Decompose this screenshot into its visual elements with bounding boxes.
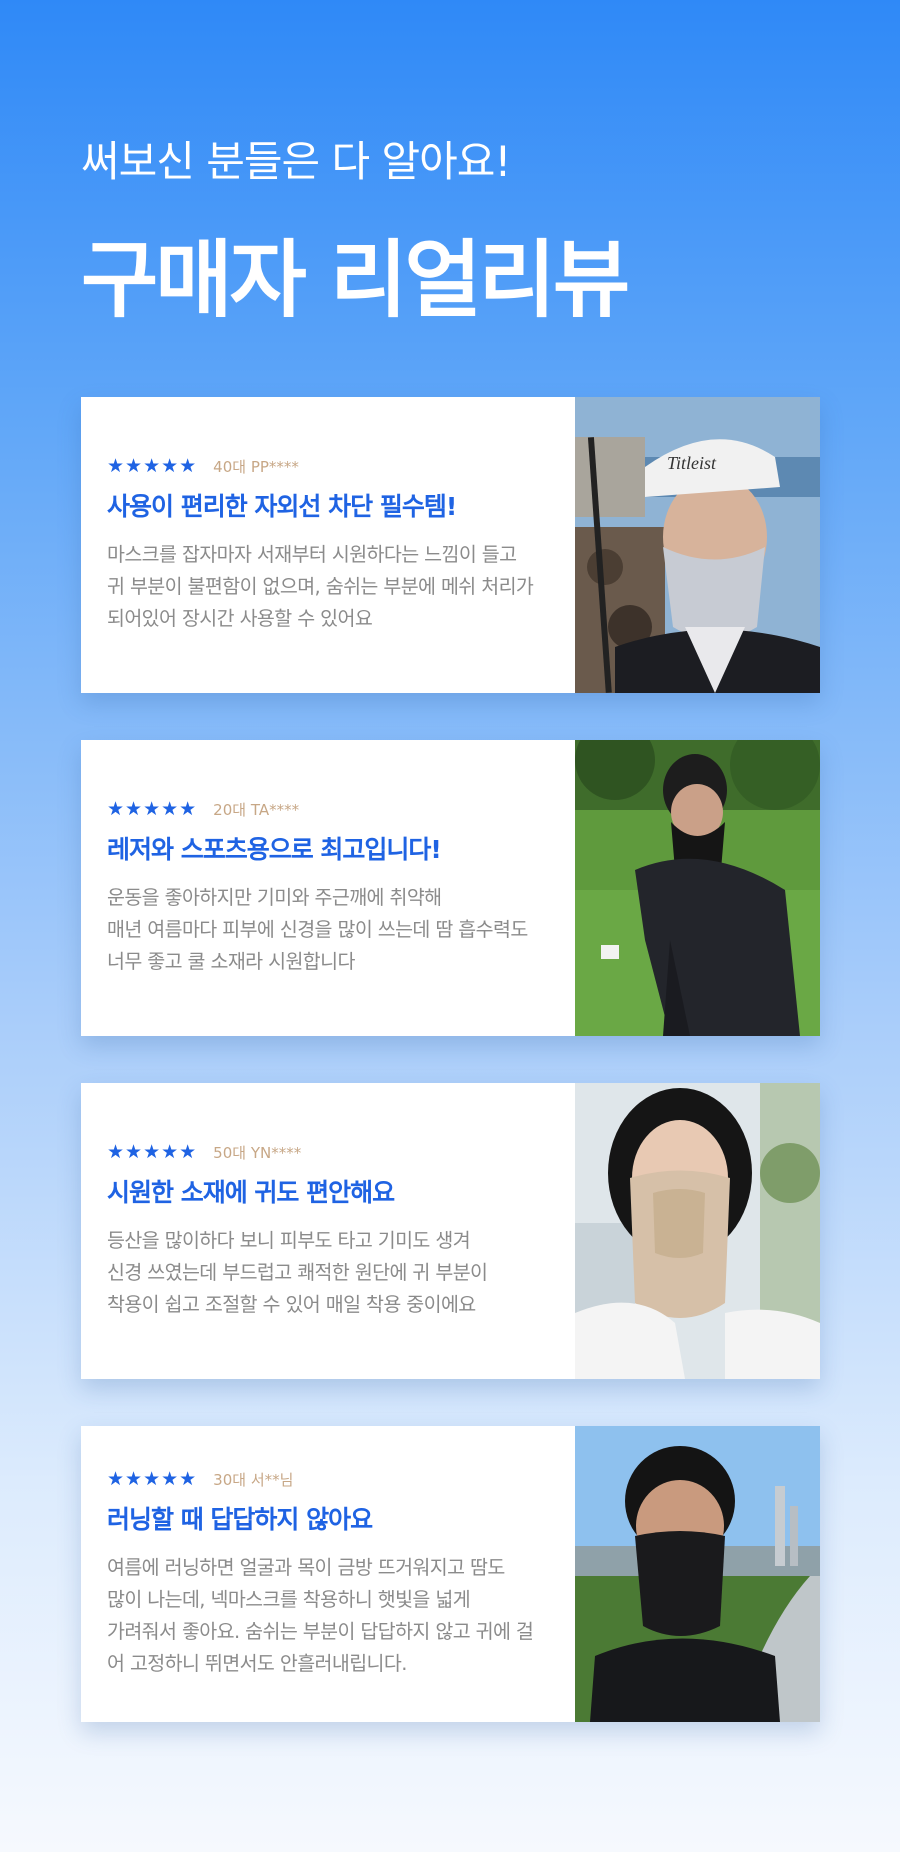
review-body: 여름에 러닝하면 얼굴과 목이 금방 뜨거워지고 땀도 많이 나는데, 넥마스크… xyxy=(107,1552,561,1680)
review-headline: 시원한 소재에 귀도 편안해요 xyxy=(107,1178,395,1207)
review-body: 등산을 많이하다 보니 피부도 타고 기미도 생겨 신경 쓰였는데 부드럽고 쾌… xyxy=(107,1225,561,1321)
review-card: ★★★★★ 20대 TA**** 레저와 스포츠용으로 최고입니다! 운동을 좋… xyxy=(81,740,820,1036)
star-rating-icon: ★★★★★ xyxy=(107,798,198,820)
review-headline: 러닝할 때 답답하지 않아요 xyxy=(107,1505,373,1534)
review-photo xyxy=(575,1426,820,1722)
review-line: 운동을 좋아하지만 기미와 주근깨에 취약해 xyxy=(107,886,442,909)
star-rating-icon: ★★★★★ xyxy=(107,455,198,477)
hero-section: 써보신 분들은 다 알아요! 구매자 리얼리뷰 xyxy=(81,128,630,334)
review-line: 너무 좋고 쿨 소재라 시원합니다 xyxy=(107,950,355,973)
reviewer-id: 40대 PP**** xyxy=(213,457,299,476)
review-content: ★★★★★ 30대 서**님 러닝할 때 답답하지 않아요 여름에 러닝하면 얼… xyxy=(81,1426,575,1722)
reviewer-id: 50대 YN**** xyxy=(213,1143,302,1162)
review-line: 여름에 러닝하면 얼굴과 목이 금방 뜨거워지고 땀도 xyxy=(107,1556,505,1579)
reviewer-id: 30대 서**님 xyxy=(213,1470,294,1489)
review-photo: Titleist xyxy=(575,397,820,693)
star-rating-icon: ★★★★★ xyxy=(107,1141,198,1163)
review-line: 가려줘서 좋아요. 숨쉬는 부분이 답답하지 않고 귀에 걸 xyxy=(107,1620,534,1643)
review-photo xyxy=(575,1083,820,1379)
review-card: ★★★★★ 30대 서**님 러닝할 때 답답하지 않아요 여름에 러닝하면 얼… xyxy=(81,1426,820,1722)
hero-title: 구매자 리얼리뷰 xyxy=(81,231,630,329)
review-line: 등산을 많이하다 보니 피부도 타고 기미도 생겨 xyxy=(107,1229,471,1252)
review-meta: ★★★★★ 50대 YN**** xyxy=(107,1141,561,1163)
review-headline: 사용이 편리한 자외선 차단 필수템! xyxy=(107,492,457,521)
review-content: ★★★★★ 50대 YN**** 시원한 소재에 귀도 편안해요 등산을 많이하… xyxy=(81,1083,575,1379)
review-line: 귀 부분이 불편함이 없으며, 숨쉬는 부분에 메쉬 처리가 xyxy=(107,575,534,598)
review-photo xyxy=(575,740,820,1036)
star-rating-icon: ★★★★★ xyxy=(107,1468,198,1490)
review-card: ★★★★★ 50대 YN**** 시원한 소재에 귀도 편안해요 등산을 많이하… xyxy=(81,1083,820,1379)
review-line: 신경 쓰였는데 부드럽고 쾌적한 원단에 귀 부분이 xyxy=(107,1261,488,1284)
review-body: 운동을 좋아하지만 기미와 주근깨에 취약해 매년 여름마다 피부에 신경을 많… xyxy=(107,882,561,978)
review-meta: ★★★★★ 30대 서**님 xyxy=(107,1468,561,1490)
review-card: ★★★★★ 40대 PP**** 사용이 편리한 자외선 차단 필수템! 마스크… xyxy=(81,397,820,693)
review-meta: ★★★★★ 40대 PP**** xyxy=(107,455,561,477)
review-body: 마스크를 잡자마자 서재부터 시원하다는 느낌이 들고 귀 부분이 불편함이 없… xyxy=(107,539,561,635)
review-line: 많이 나는데, 넥마스크를 착용하니 햇빛을 넓게 xyxy=(107,1588,471,1611)
reviewer-id: 20대 TA**** xyxy=(213,800,300,819)
svg-text:Titleist: Titleist xyxy=(667,453,717,473)
review-content: ★★★★★ 40대 PP**** 사용이 편리한 자외선 차단 필수템! 마스크… xyxy=(81,397,575,693)
review-line: 어 고정하니 뛰면서도 안흘러내립니다. xyxy=(107,1652,407,1675)
review-line: 되어있어 장시간 사용할 수 있어요 xyxy=(107,607,373,630)
review-meta: ★★★★★ 20대 TA**** xyxy=(107,798,561,820)
review-headline: 레저와 스포츠용으로 최고입니다! xyxy=(107,835,442,864)
review-line: 착용이 쉽고 조절할 수 있어 매일 착용 중이에요 xyxy=(107,1293,476,1316)
hero-subtitle: 써보신 분들은 다 알아요! xyxy=(81,137,511,186)
review-line: 마스크를 잡자마자 서재부터 시원하다는 느낌이 들고 xyxy=(107,543,517,566)
review-line: 매년 여름마다 피부에 신경을 많이 쓰는데 땀 흡수력도 xyxy=(107,918,528,941)
review-content: ★★★★★ 20대 TA**** 레저와 스포츠용으로 최고입니다! 운동을 좋… xyxy=(81,740,575,1036)
